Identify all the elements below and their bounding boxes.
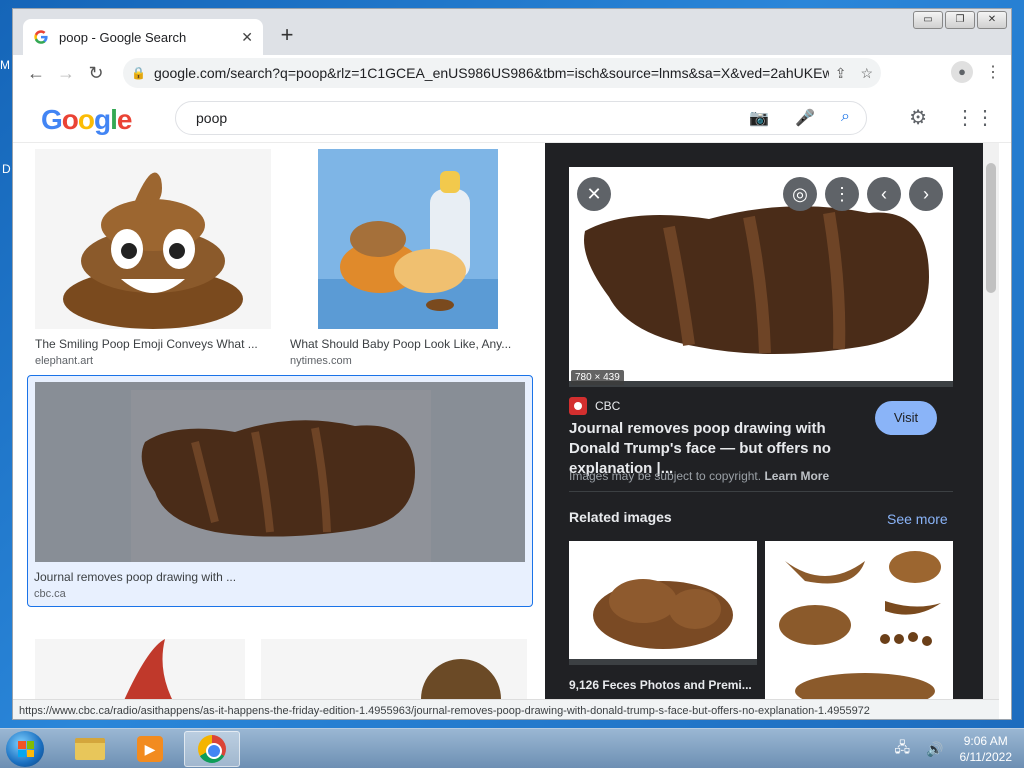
baby-poop-thumbnail[interactable] <box>290 149 526 329</box>
related-images-heading: Related images <box>569 509 672 525</box>
google-favicon-icon <box>34 30 48 44</box>
desktop-icon-label-fragment: M <box>0 58 10 72</box>
taskbar-media-player[interactable]: ▶ <box>122 731 178 767</box>
page-content: Google poop 📷 🎤 ⌕ ⚙ ⋮⋮ The Smiling Poop … <box>13 91 1011 719</box>
chrome-icon <box>198 735 226 763</box>
window-controls: ▭ ❐ ✕ <box>913 11 1007 29</box>
see-more-link[interactable]: See more <box>887 511 948 527</box>
search-input[interactable]: poop <box>196 110 749 126</box>
related-image-1-caption[interactable]: 9,126 Feces Photos and Premi... <box>569 678 757 692</box>
tab-close-icon[interactable]: ✕ <box>241 29 253 46</box>
preview-image-container[interactable]: ✕ ◎ ⋮ ‹ › 780 × 439 <box>569 167 953 387</box>
folder-icon <box>75 738 105 760</box>
network-icon[interactable]: 🖧 <box>894 737 910 761</box>
page-scrollbar[interactable] <box>983 143 999 719</box>
clock[interactable]: 9:06 AM 6/11/2022 <box>960 733 1013 765</box>
cbc-logo-icon <box>569 397 587 415</box>
search-box[interactable]: poop 📷 🎤 ⌕ <box>175 101 867 135</box>
tab-google-search[interactable]: poop - Google Search ✕ <box>23 19 263 55</box>
result-source[interactable]: cbc.ca <box>34 588 526 600</box>
address-bar[interactable]: 🔒 google.com/search?q=poop&rlz=1C1GCEA_e… <box>123 58 881 88</box>
forward-button[interactable]: → <box>51 63 81 84</box>
start-button[interactable] <box>6 731 44 767</box>
cbc-poop-drawing-thumbnail[interactable] <box>34 382 526 562</box>
result-source[interactable]: nytimes.com <box>290 355 526 367</box>
related-image-2-thumbnail[interactable] <box>765 541 953 709</box>
maximize-button[interactable]: ❐ <box>945 11 975 29</box>
clock-date: 6/11/2022 <box>959 750 1013 764</box>
search-icon[interactable]: ⌕ <box>841 108 850 128</box>
result-card-2[interactable]: What Should Baby Poop Look Like, Any... … <box>290 149 526 367</box>
google-logo[interactable]: Google <box>41 104 132 136</box>
result-card-3-selected[interactable]: Journal removes poop drawing with ... cb… <box>27 375 533 607</box>
previous-image-icon[interactable]: ‹ <box>867 177 901 211</box>
copyright-notice: Images may be subject to copyright. Lear… <box>569 469 830 483</box>
clock-time: 9:06 AM <box>963 734 1008 748</box>
close-icon[interactable]: ✕ <box>577 177 611 211</box>
lens-search-icon[interactable]: ◎ <box>783 177 817 211</box>
microphone-icon[interactable]: 🎤 <box>795 108 815 128</box>
google-header: Google poop 📷 🎤 ⌕ ⚙ ⋮⋮ <box>13 91 1011 143</box>
minimize-button[interactable]: ▭ <box>913 11 943 29</box>
new-tab-button[interactable]: + <box>275 23 299 47</box>
image-dimensions-badge: 780 × 439 <box>571 370 624 385</box>
next-image-icon[interactable]: › <box>909 177 943 211</box>
apps-grid-icon[interactable]: ⋮⋮ <box>955 105 995 130</box>
volume-icon[interactable]: 🔊 <box>926 741 943 758</box>
browser-menu-icon[interactable]: ⋮ <box>985 62 1001 82</box>
lock-icon: 🔒 <box>131 66 146 80</box>
result-caption[interactable]: Journal removes poop drawing with ... <box>34 570 526 584</box>
learn-more-link[interactable]: Learn More <box>764 469 829 483</box>
result-caption[interactable]: What Should Baby Poop Look Like, Any... <box>290 337 526 351</box>
profile-avatar-icon[interactable]: ● <box>951 61 973 83</box>
poop-emoji-thumbnail[interactable] <box>35 149 271 329</box>
back-button[interactable]: ← <box>21 63 51 84</box>
browser-window: poop - Google Search ✕ + ▭ ❐ ✕ ← → ↻ 🔒 g… <box>12 8 1012 720</box>
preview-source-row[interactable]: CBC <box>569 397 620 415</box>
visit-button[interactable]: Visit <box>875 401 937 435</box>
related-image-1-thumbnail[interactable] <box>569 541 757 665</box>
tab-title: poop - Google Search <box>59 29 187 45</box>
share-icon[interactable]: ⇪ <box>835 65 847 82</box>
preview-source-name[interactable]: CBC <box>595 399 620 413</box>
link-status-bar: https://www.cbc.ca/radio/asithappens/as-… <box>13 699 999 719</box>
result-card-1[interactable]: The Smiling Poop Emoji Conveys What ... … <box>35 149 271 367</box>
settings-gear-icon[interactable]: ⚙ <box>909 105 927 130</box>
image-preview-panel: ✕ ◎ ⋮ ‹ › 780 × 439 CBC Journal removes … <box>545 143 983 719</box>
desktop-icon-label-fragment-2: D <box>2 162 11 176</box>
windows-logo-icon <box>18 741 34 757</box>
taskbar-file-explorer[interactable] <box>62 731 118 767</box>
system-tray: 🖧 🔊 9:06 AM 6/11/2022 <box>894 733 1012 765</box>
camera-icon[interactable]: 📷 <box>749 108 769 128</box>
result-source[interactable]: elephant.art <box>35 355 271 367</box>
more-options-icon[interactable]: ⋮ <box>825 177 859 211</box>
image-results-grid: The Smiling Poop Emoji Conveys What ... … <box>13 143 545 719</box>
tab-strip: poop - Google Search ✕ + ▭ ❐ ✕ <box>13 9 1011 55</box>
panel-divider <box>569 491 953 492</box>
browser-toolbar: ← → ↻ 🔒 google.com/search?q=poop&rlz=1C1… <box>13 55 1011 91</box>
bookmark-star-icon[interactable]: ☆ <box>860 65 873 82</box>
close-window-button[interactable]: ✕ <box>977 11 1007 29</box>
related-image-1[interactable]: 9,126 Feces Photos and Premi... <box>569 541 757 719</box>
media-player-icon: ▶ <box>137 736 163 762</box>
result-caption[interactable]: The Smiling Poop Emoji Conveys What ... <box>35 337 271 351</box>
related-image-2[interactable] <box>765 541 953 719</box>
windows-taskbar: ▶ 🖧 🔊 9:06 AM 6/11/2022 <box>0 728 1024 768</box>
address-url[interactable]: google.com/search?q=poop&rlz=1C1GCEA_enU… <box>154 65 829 81</box>
scrollbar-thumb[interactable] <box>986 163 996 293</box>
taskbar-chrome[interactable] <box>184 731 240 767</box>
reload-button[interactable]: ↻ <box>81 63 111 84</box>
